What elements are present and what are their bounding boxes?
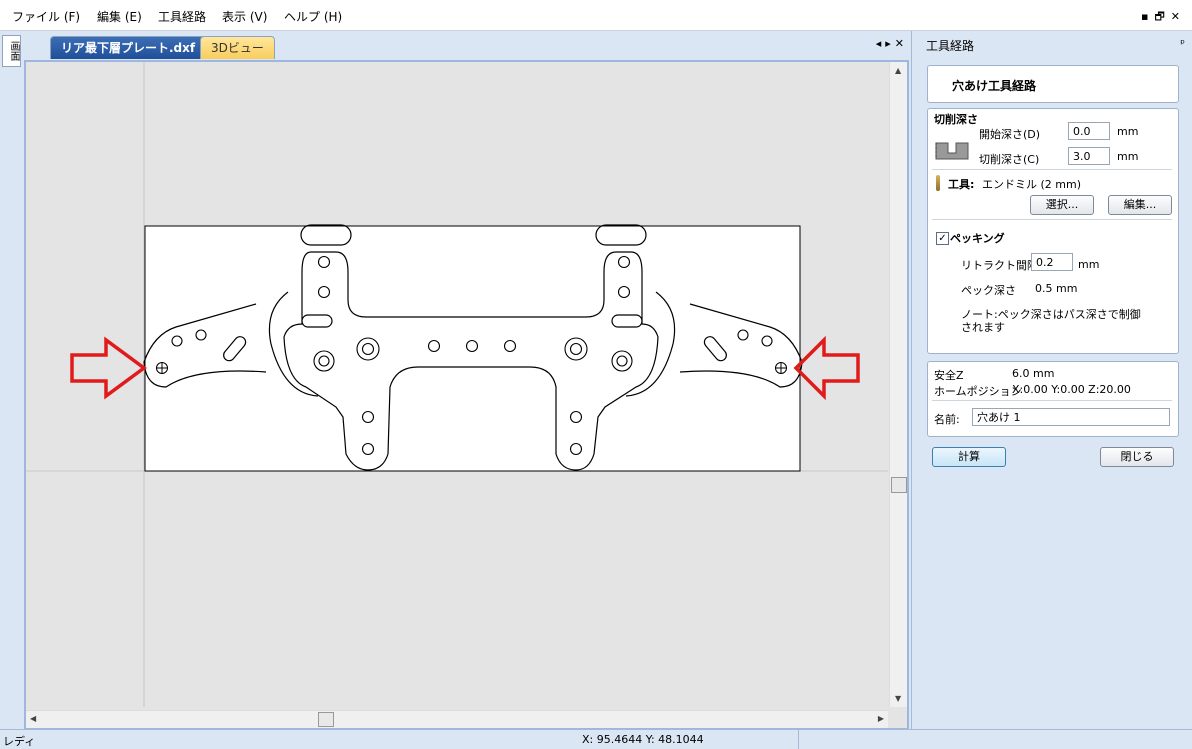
safe-z-value: 6.0 mm [1012, 367, 1055, 380]
pecking-checkbox[interactable]: ✓ [936, 232, 949, 245]
peck-depth-value: 0.5 mm [1035, 282, 1078, 295]
end-mill-icon [936, 175, 940, 191]
scroll-left-icon[interactable]: ◂ [876, 37, 886, 50]
tool-label: 工具: [948, 178, 975, 191]
home-position-value: X:0.00 Y:0.00 Z:20.00 [1012, 383, 1131, 396]
restore-icon[interactable]: 🗗 [1154, 10, 1170, 23]
panel-header-title: 穴あけ工具経路 [952, 79, 1037, 93]
pin-icon[interactable]: ᵖ [1180, 37, 1185, 50]
retract-input[interactable]: 0.2 [1031, 253, 1073, 271]
horizontal-scrollbar[interactable]: ◀ ▶ [26, 710, 888, 728]
start-depth-unit: mm [1117, 125, 1139, 138]
home-position-label: ホームポジション [934, 385, 1022, 398]
cut-depth-unit: mm [1117, 150, 1139, 163]
separator [932, 400, 1172, 401]
status-coordinates: X: 95.4644 Y: 48.1044 [582, 733, 704, 746]
menu-toolpath[interactable]: 工具経路 [158, 8, 206, 25]
retract-label: リトラクト間隔 [961, 259, 1038, 272]
red-arrow-right-icon [793, 335, 860, 401]
status-bar: レディ X: 95.4644 Y: 48.1044 [0, 729, 1192, 749]
panel-title: 工具経路 [926, 39, 975, 53]
status-divider [798, 730, 799, 749]
scroll-right-arrow-icon[interactable]: ▶ [878, 714, 884, 723]
window-controls: ▪🗗✕ [1141, 8, 1186, 27]
cut-depth-label: 切削深さ(C) [979, 153, 1040, 166]
menu-help[interactable]: ヘルプ (H) [284, 8, 342, 25]
vertical-scroll-thumb[interactable] [891, 477, 907, 493]
vertical-scrollbar[interactable]: ▲ ▼ [889, 62, 907, 707]
safe-z-label: 安全Z [934, 369, 964, 382]
close-button[interactable]: 閉じる [1100, 447, 1174, 467]
name-label: 名前: [934, 413, 960, 426]
red-arrow-left-icon [70, 336, 147, 400]
horizontal-scroll-thumb[interactable] [318, 712, 334, 727]
cad-drawing [26, 62, 888, 707]
pecking-label: ペッキング [950, 232, 1005, 245]
menu-file[interactable]: ファイル (F) [12, 8, 80, 25]
start-depth-input[interactable]: 0.0 [1068, 122, 1110, 140]
document-tabs: リア最下層プレート.dxf 3Dビュー ◂▸✕ [22, 31, 912, 59]
cut-depth-input[interactable]: 3.0 [1068, 147, 1110, 165]
tool-value: エンドミル (2 mm) [982, 178, 1082, 191]
edit-tool-button[interactable]: 編集... [1108, 195, 1172, 215]
calculate-button[interactable]: 計算 [932, 447, 1006, 467]
select-tool-button[interactable]: 選択... [1030, 195, 1094, 215]
scroll-left-arrow-icon[interactable]: ◀ [30, 714, 36, 723]
separator [932, 169, 1172, 170]
settings-box: 切削深さ 開始深さ(D) 0.0 mm 切削深さ(C) 3.0 mm 工具: エ… [927, 108, 1179, 354]
peck-depth-label: ペック深さ [961, 284, 1016, 297]
close-tab-icon[interactable]: ✕ [895, 37, 908, 50]
depth-diagram-icon [935, 142, 969, 160]
close-icon[interactable]: ✕ [1171, 10, 1186, 23]
status-ready: レディ [3, 735, 36, 748]
toolpath-panel: 工具経路 ᵖ 穴あけ工具経路 切削深さ 開始深さ(D) 0.0 mm 切削深さ(… [911, 31, 1192, 729]
dock-tab-screen[interactable]: 画面 [2, 35, 21, 67]
drawing-canvas[interactable] [26, 62, 888, 707]
separator [932, 219, 1172, 220]
depth-section-title: 切削深さ [934, 113, 978, 126]
drawing-viewport[interactable]: ▲ ▼ ◀ ▶ [24, 60, 909, 730]
scroll-right-icon[interactable]: ▸ [885, 37, 895, 50]
scroll-up-icon[interactable]: ▲ [895, 66, 901, 75]
height-name-box: 安全Z 6.0 mm ホームポジション X:0.00 Y:0.00 Z:20.0… [927, 361, 1179, 437]
minimize-icon[interactable]: ▪ [1141, 10, 1154, 23]
retract-unit: mm [1078, 258, 1100, 271]
panel-header-box: 穴あけ工具経路 [927, 65, 1179, 103]
tab-controls: ◂▸✕ [876, 37, 908, 50]
left-dock-strip: 画面 [0, 31, 22, 729]
stock-sheet [144, 225, 801, 472]
pecking-note: ノート:ペック深さはパス深さで制御されます [961, 308, 1141, 334]
name-input[interactable]: 穴あけ 1 [972, 408, 1170, 426]
start-depth-label: 開始深さ(D) [979, 128, 1041, 141]
menu-bar: ファイル (F) 編集 (E) 工具経路 表示 (V) ヘルプ (H) ▪🗗✕ [0, 0, 1192, 31]
menu-edit[interactable]: 編集 (E) [97, 8, 142, 25]
tab-3d-view[interactable]: 3Dビュー [200, 36, 275, 59]
tab-dxf-file[interactable]: リア最下層プレート.dxf [50, 36, 207, 59]
menu-view[interactable]: 表示 (V) [222, 8, 267, 25]
scroll-down-icon[interactable]: ▼ [895, 694, 901, 703]
